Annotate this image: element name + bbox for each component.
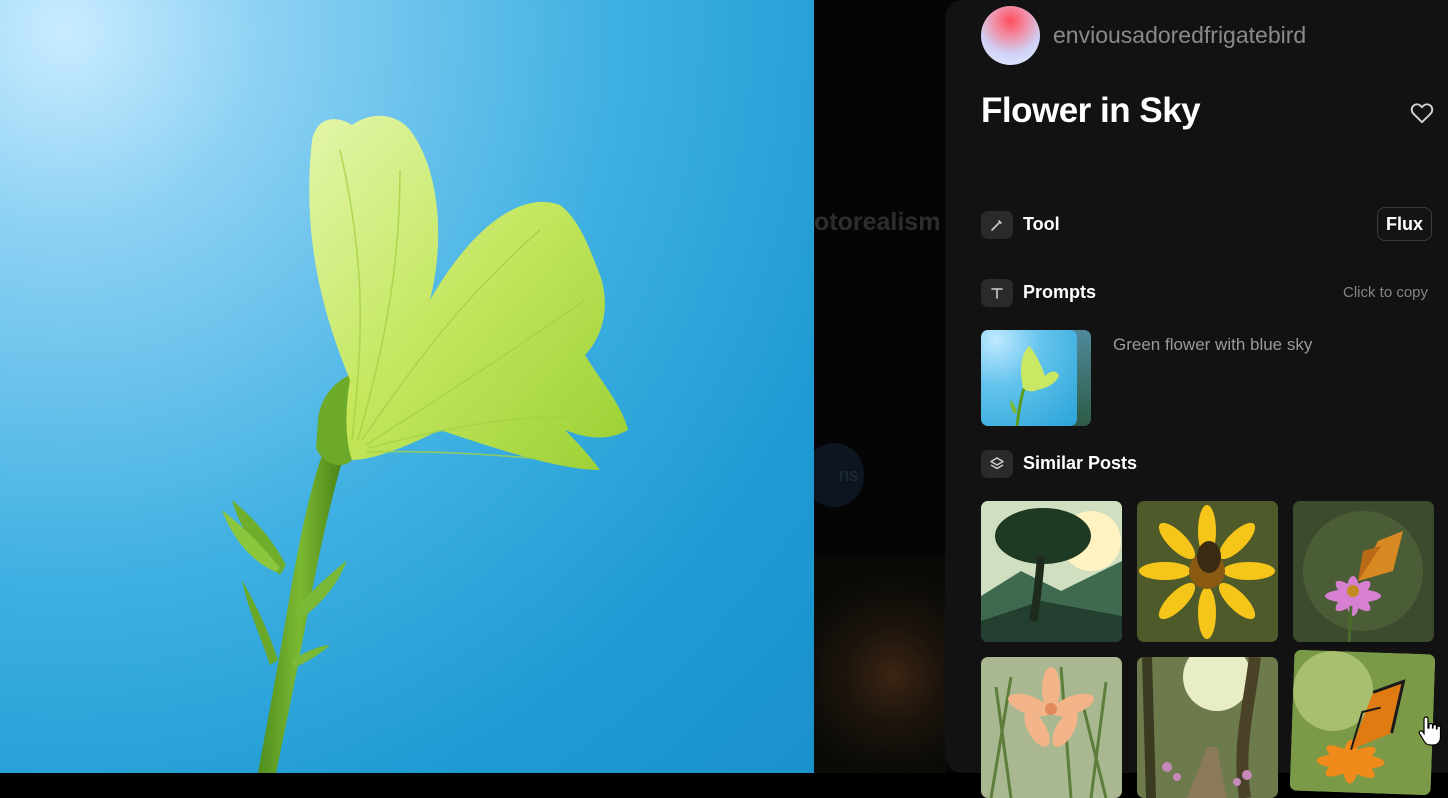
prompt-image-thumbnail — [981, 330, 1077, 426]
background-pill-label: ns — [838, 465, 858, 485]
background-page: otorealism ns — [814, 0, 954, 773]
prompt-text[interactable]: Green flower with blue sky — [1113, 335, 1312, 355]
background-image — [814, 556, 946, 773]
background-heading: otorealism — [814, 208, 941, 236]
tool-flux-button[interactable]: Flux — [1377, 207, 1432, 241]
similar-post-thumbnail[interactable] — [1293, 501, 1434, 642]
post-title: Flower in Sky — [981, 91, 1201, 130]
flower-illustration — [222, 115, 628, 773]
background-pill-button: ns — [814, 443, 864, 507]
similar-post-thumbnail[interactable] — [1137, 657, 1278, 798]
similar-post-thumbnail[interactable] — [1289, 649, 1436, 796]
heart-icon[interactable] — [1409, 100, 1435, 126]
click-to-copy-hint[interactable]: Click to copy — [1343, 284, 1428, 301]
brush-icon — [981, 211, 1013, 239]
main-image — [0, 0, 814, 773]
avatar[interactable] — [981, 6, 1040, 65]
hand-cursor-icon — [1418, 716, 1442, 746]
prompts-label: Prompts — [1023, 282, 1097, 302]
author-username[interactable]: enviousadoredfrigatebird — [1053, 22, 1306, 49]
text-t-icon — [981, 279, 1013, 307]
similar-posts-label: Similar Posts — [1023, 453, 1138, 473]
similar-post-thumbnail[interactable] — [981, 657, 1122, 798]
similar-post-thumbnail[interactable] — [981, 501, 1122, 642]
tool-label: Tool — [1023, 214, 1060, 234]
post-detail-panel: enviousadoredfrigatebird Flower in Sky T… — [945, 0, 1448, 798]
layers-icon — [981, 450, 1013, 478]
similar-post-thumbnail[interactable] — [1137, 501, 1278, 642]
prompt-image-stack[interactable] — [981, 330, 1093, 426]
